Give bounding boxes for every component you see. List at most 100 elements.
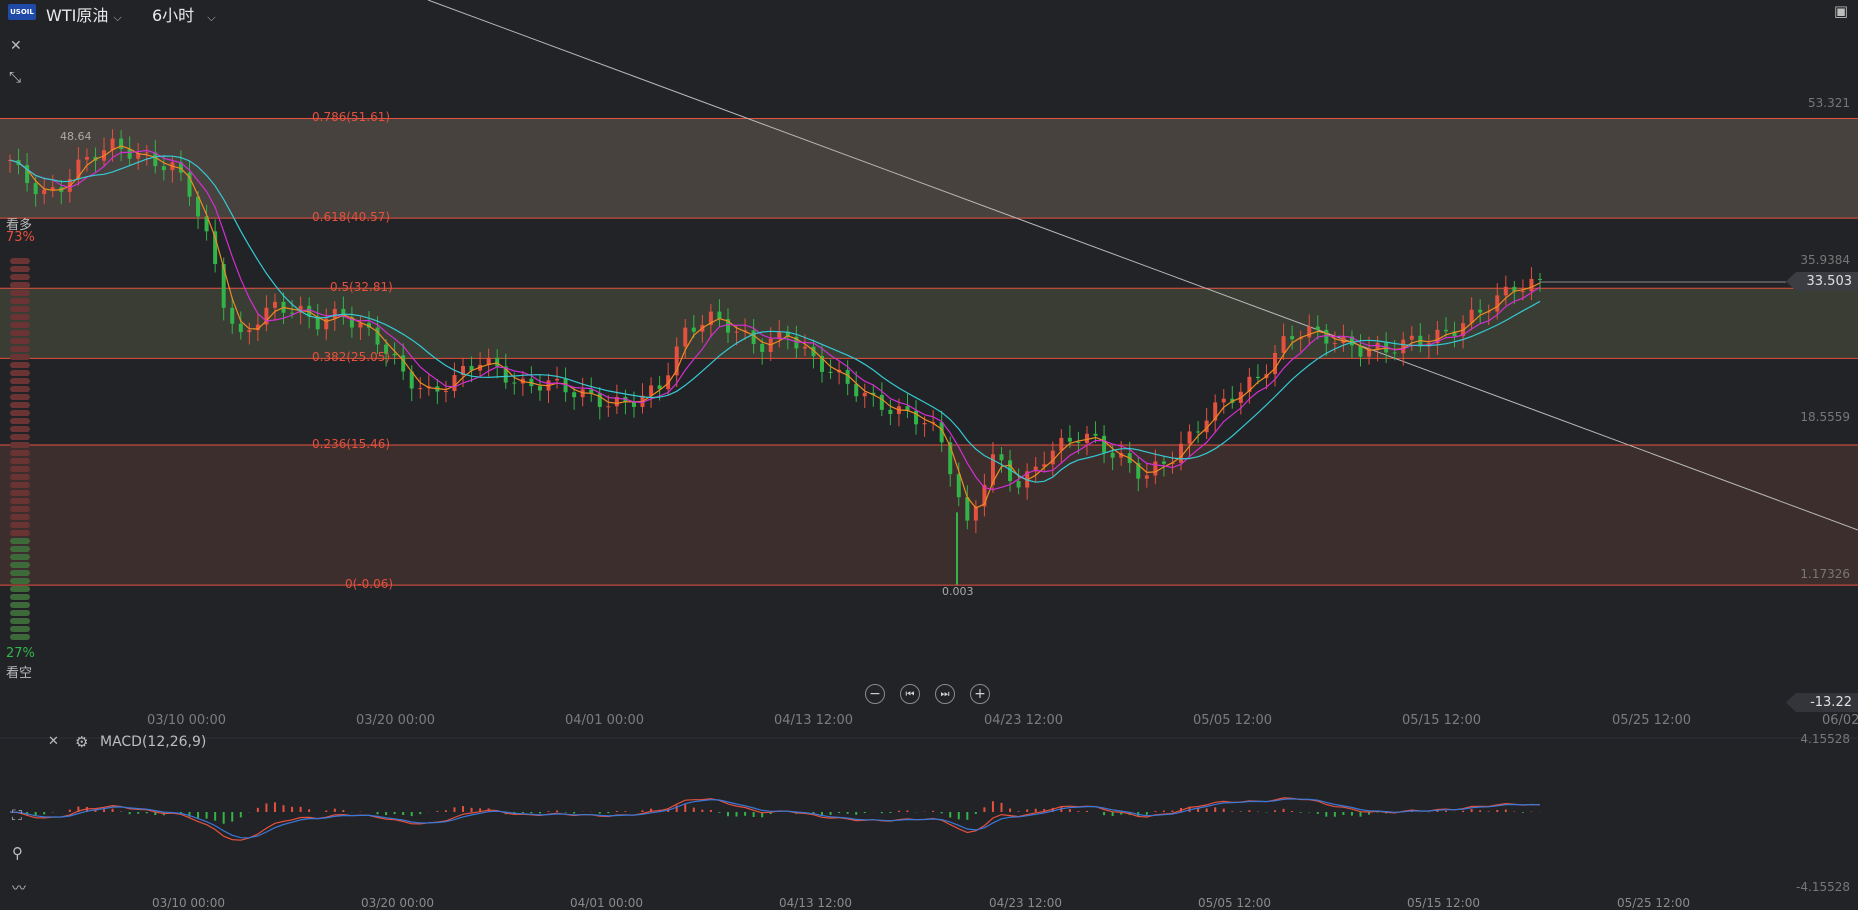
fib-zone [0,444,1858,586]
sentiment-segment [10,274,30,280]
macd-time-label: 04/23 12:00 [989,896,1062,910]
candle-body [1161,461,1166,464]
time-axis-label: 03/20 00:00 [356,713,436,728]
sentiment-segment [10,434,30,440]
gear-icon[interactable]: ⚙ [75,733,88,751]
scroll-end-button[interactable]: ⏭ [935,684,955,704]
price-axis-label: 53.321 [1808,96,1850,110]
candle-body [1478,309,1483,313]
sentiment-segment [10,410,30,416]
fib-label-0382: 0.382(25.05) [312,350,391,364]
sentiment-segment [10,298,30,304]
fib-label-0236: 0.236(15.46) [312,437,391,451]
sentiment-segment [10,522,30,528]
candle-body [50,187,55,190]
fib-zone [0,288,1858,359]
chart-canvas[interactable] [0,0,1858,909]
candle-body [161,166,166,171]
candle-body [418,388,423,390]
candle-body [1144,475,1149,479]
candle-body [127,149,132,159]
sentiment-segment [10,546,30,552]
candle-body [888,409,893,415]
sentiment-segment [10,450,30,456]
sentiment-segment [10,354,30,360]
price-axis-label: 35.9384 [1800,253,1850,267]
candle-body [512,382,517,384]
macd-time-label: 05/25 12:00 [1617,896,1690,910]
bull-percent: 73% [6,230,35,245]
sentiment-segment [10,586,30,592]
pulse-icon[interactable]: 〰 [12,878,26,898]
candle-body [760,343,765,352]
candle-body [691,327,696,332]
sentiment-segment [10,570,30,576]
zoom-in-button[interactable]: + [970,684,990,704]
macd-time-label: 05/05 12:00 [1198,896,1271,910]
candle-body [238,323,243,333]
candle-body [649,385,654,396]
candle-body [110,138,115,151]
time-axis-label: 06/02 [1822,713,1858,728]
price-axis-label: 1.17326 [1800,567,1850,581]
sentiment-segment [10,426,30,432]
candle-body [683,327,688,347]
sentiment-segment [10,314,30,320]
scroll-start-button[interactable]: ⏮ [900,684,920,704]
candle-body [597,393,602,407]
macd-dif-line [9,797,1541,841]
price-axis-label: 18.5559 [1800,410,1850,424]
candle-body [734,331,739,333]
candle-body [1093,433,1098,436]
sentiment-segment [10,554,30,560]
sentiment-segment [10,498,30,504]
candle-body [144,152,149,154]
candle-body [1529,278,1534,292]
candle-body [1102,435,1107,453]
candle-body [42,189,47,194]
fib-label-05: 0.5(32.81) [330,280,393,294]
zoom-out-button[interactable]: − [865,684,885,704]
candle-body [802,346,807,349]
candle-body [443,391,448,393]
sentiment-segment [10,330,30,336]
bear-percent: 27% [6,646,35,661]
sentiment-segment [10,530,30,536]
candle-body [537,386,542,391]
fib-zone [0,118,1858,219]
candle-body [1281,336,1286,353]
sentiment-segment [10,634,30,640]
macd-close-icon[interactable]: ✕ [48,734,59,749]
fib-label-0786: 0.786(51.61) [312,110,391,124]
sentiment-segment [10,282,30,288]
candle-body [922,423,927,425]
candle-body [401,355,406,372]
candle-body [452,375,457,392]
sentiment-segment [10,538,30,544]
candle-body [33,183,38,194]
macd-time-label: 04/13 12:00 [779,896,852,910]
candle-body [862,392,867,397]
candle-body [230,307,235,324]
sentiment-segment [10,338,30,344]
sentiment-segment [10,618,30,624]
sentiment-segment [10,482,30,488]
candle-body [1332,343,1337,345]
candle-body [854,383,859,397]
high-annotation: 48.64 [60,130,92,143]
candle-body [1503,286,1508,296]
sentiment-segment [10,346,30,352]
candle-body [1153,461,1158,476]
sentiment-segment [10,258,30,264]
candle-body [119,138,124,150]
candle-body [606,406,611,408]
sentiment-segment [10,466,30,472]
draw-tool-icon[interactable]: ⚲ [12,844,23,862]
macd-time-label: 04/01 00:00 [570,896,643,910]
candle-body [84,156,89,160]
sentiment-segment [10,322,30,328]
candle-body [392,353,397,356]
candle-body [1315,326,1320,330]
candle-body [1324,329,1329,344]
indicator-icon[interactable]: ⛶ [12,808,22,824]
